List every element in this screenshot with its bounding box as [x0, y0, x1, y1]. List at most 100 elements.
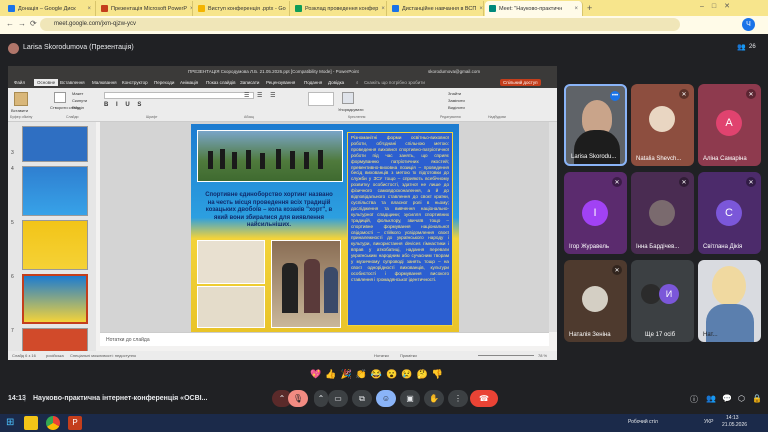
window-controls[interactable]: –□✕	[700, 2, 738, 10]
windows-start-icon[interactable]: ⊞	[6, 417, 14, 428]
menu-home[interactable]: Основне	[34, 79, 59, 86]
reaction-thumbs-down-icon[interactable]: 👎	[432, 369, 443, 380]
close-icon[interactable]: ×	[190, 6, 192, 12]
section-button[interactable]: Розділ	[72, 105, 84, 110]
participant-tile[interactable]: ✕ Наталія Зеніна	[564, 260, 627, 342]
reaction-laugh-icon[interactable]: 😂	[371, 369, 382, 380]
arrange-icon[interactable]	[342, 92, 354, 104]
close-icon[interactable]: ×	[87, 6, 91, 12]
language-indicator[interactable]: УКР	[704, 419, 713, 425]
browser-tab[interactable]: Розклад проведення конфер ×	[291, 1, 387, 16]
menu-record[interactable]: Записати	[240, 80, 259, 85]
new-slide-icon[interactable]	[54, 92, 66, 103]
taskbar-date: 21.05.2026	[722, 422, 748, 428]
reaction-sad-icon[interactable]: 😢	[401, 369, 412, 380]
browser-tab[interactable]: Презентація Microsoft PowerP×	[97, 1, 193, 16]
reaction-clap-icon[interactable]: 👏	[356, 369, 367, 380]
participant-tile[interactable]: С ✕ Світлана Дікія	[698, 172, 761, 254]
menu-slideshow[interactable]: Показ слайдів	[206, 80, 235, 85]
participants-icon[interactable]: 👥	[737, 43, 746, 51]
layout-button[interactable]: Макет	[72, 91, 83, 96]
profile-avatar[interactable]: Ч	[742, 18, 755, 31]
captions-button[interactable]: ⧉	[352, 390, 372, 407]
current-slide[interactable]: Спортивне єдиноборство хортинг названо н…	[191, 124, 459, 332]
people-icon[interactable]: 👥	[706, 394, 716, 403]
paste-icon[interactable]	[14, 92, 28, 106]
font-name-box[interactable]	[104, 92, 254, 99]
emoji-reactions-button[interactable]: ☺	[376, 390, 396, 407]
vertical-scrollbar[interactable]	[549, 122, 557, 332]
zoom-slider[interactable]	[478, 355, 534, 356]
participant-tile[interactable]: ✕ Natalia Shevch...	[631, 84, 694, 166]
menu-view[interactable]: Подання	[304, 80, 322, 85]
desktop-label[interactable]: Робочий стіл	[628, 419, 658, 425]
shapes-gallery[interactable]	[308, 92, 334, 106]
mic-off-button[interactable]: 🎙	[288, 390, 308, 407]
participant-name: Аліна Самаріна	[703, 156, 747, 162]
present-button[interactable]: ▣	[400, 390, 420, 407]
menu-transitions[interactable]: Переходи	[154, 80, 174, 85]
participant-tile[interactable]: ••• Larisa Skorodu...	[564, 84, 627, 166]
share-button[interactable]: Спільний доступ	[500, 79, 541, 86]
close-icon[interactable]: ×	[289, 6, 290, 12]
notes-toggle[interactable]: Нотатки	[374, 351, 389, 360]
slide-thumbnail[interactable]	[22, 220, 88, 270]
slide-thumbnail[interactable]	[22, 328, 88, 352]
speaking-indicator-icon: •••	[610, 91, 620, 101]
nav-buttons[interactable]: ←→⟳	[6, 19, 41, 28]
notes-pane[interactable]: Нотатки до слайда	[100, 332, 549, 346]
select-button[interactable]: Виділити	[448, 105, 465, 110]
leave-call-button[interactable]: ☎	[470, 390, 498, 407]
menu-draw[interactable]: Малювання	[92, 80, 117, 85]
replace-button[interactable]: Замінити	[448, 98, 465, 103]
menu-animations[interactable]: Анімація	[180, 80, 198, 85]
lock-icon[interactable]: 🔒	[752, 394, 762, 403]
participant-tile[interactable]: А ✕ Аліна Самаріна	[698, 84, 761, 166]
comments-toggle[interactable]: Примітки	[400, 351, 417, 360]
new-tab-icon[interactable]: +	[587, 3, 592, 13]
file-explorer-icon[interactable]	[24, 416, 38, 430]
sheets-icon	[295, 5, 302, 12]
reaction-surprised-icon[interactable]: 😮	[386, 369, 397, 380]
slide-thumbnail-selected[interactable]	[22, 274, 88, 324]
chevron-up-icon[interactable]: ⌃	[314, 390, 328, 407]
browser-tab[interactable]: Донація – Google Диск ×	[4, 1, 96, 16]
close-icon[interactable]: ×	[574, 6, 578, 12]
reaction-heart-icon[interactable]: 💖	[310, 369, 321, 380]
paragraph-buttons[interactable]: ☰ ☰ ☰	[244, 92, 278, 99]
camera-button[interactable]: ▭	[328, 390, 348, 407]
reaction-thumbs-up-icon[interactable]: 👍	[325, 369, 336, 380]
slide-thumbnail[interactable]	[22, 126, 88, 162]
tell-me-search[interactable]: Скажіть що потрібно зробити	[364, 80, 425, 85]
menu-design[interactable]: Конструктор	[122, 80, 148, 85]
close-icon[interactable]: ×	[381, 6, 385, 12]
participant-tile[interactable]: ✕ Інна Бардічев...	[631, 172, 694, 254]
zoom-level[interactable]: 78 %	[538, 351, 547, 360]
raise-hand-button[interactable]: ✋	[424, 390, 444, 407]
participant-tile[interactable]: І ✕ Ігор Журавель	[564, 172, 627, 254]
info-icon[interactable]: ⓘ	[690, 394, 698, 405]
participant-tile[interactable]: Нат...	[698, 260, 761, 342]
reset-button[interactable]: Скинути	[72, 98, 87, 103]
menu-help[interactable]: Довідка	[328, 80, 344, 85]
activities-icon[interactable]: ⬡	[738, 394, 745, 403]
powerpoint-taskbar-icon[interactable]: P	[68, 416, 82, 430]
menu-insert[interactable]: Вставлення	[60, 80, 85, 85]
url-field[interactable]: meet.google.com/jxm-qjzw-ycv	[40, 18, 680, 31]
browser-tab[interactable]: Дистанційне навчання в ВСП ×	[388, 1, 484, 16]
reaction-thinking-icon[interactable]: 🤔	[417, 369, 428, 380]
browser-tab[interactable]: Виступ конференція .pptx - Go×	[194, 1, 290, 16]
person-figure	[324, 267, 338, 313]
font-format-buttons[interactable]: B I U S	[104, 102, 144, 108]
menu-review[interactable]: Рецензування	[266, 80, 295, 85]
menu-file[interactable]: Файл	[14, 80, 25, 85]
chrome-icon[interactable]	[46, 416, 60, 430]
more-options-button[interactable]: ⋮	[448, 390, 468, 407]
browser-tab-active[interactable]: Meet: "Науково-практичн ×	[485, 1, 583, 16]
reaction-party-icon[interactable]: 🎉	[340, 369, 351, 380]
more-participants-tile[interactable]: И Ще 17 осіб	[631, 260, 694, 342]
slide-thumbnail[interactable]	[22, 166, 88, 216]
chat-icon[interactable]: 💬	[722, 394, 732, 403]
close-icon[interactable]: ×	[479, 6, 483, 12]
find-button[interactable]: Знайти	[448, 91, 461, 96]
